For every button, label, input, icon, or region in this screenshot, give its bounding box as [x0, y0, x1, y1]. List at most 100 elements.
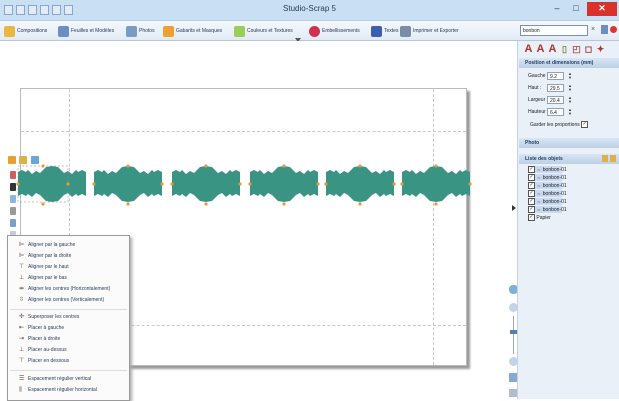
- candy-3[interactable]: [170, 164, 242, 206]
- layer-down-icon[interactable]: [10, 183, 16, 191]
- spacing-vertical-icon: ☰: [19, 376, 25, 382]
- window-title: Studio-Scrap 5: [283, 4, 336, 13]
- align-center-h-icon: ⇹: [19, 286, 25, 292]
- layer-up-icon[interactable]: [10, 171, 16, 179]
- text-style-c-icon[interactable]: A: [548, 44, 557, 55]
- photos-icon: [126, 25, 137, 37]
- menu-place-below[interactable]: ⊤ Placer en dessous: [8, 356, 129, 367]
- menu-spacing-vertical[interactable]: ☰ Espacement régulier vertical: [8, 374, 129, 385]
- menu-place-left[interactable]: ⇤ Placer à gauche: [8, 323, 129, 334]
- tab-colors[interactable]: Couleurs et Textures: [234, 25, 293, 37]
- list-item[interactable]: ✓ ⇔ bonbon-01: [528, 198, 567, 205]
- list-item[interactable]: ✓ Papier: [528, 214, 551, 221]
- help-icon[interactable]: [610, 26, 617, 33]
- top-input[interactable]: 29.5: [547, 84, 564, 92]
- menu-overlay-centers[interactable]: ✣ Superposer les centres: [8, 312, 129, 323]
- align-left-icon: ⊫: [19, 242, 25, 248]
- visible-checkbox[interactable]: ✓: [528, 174, 535, 181]
- menu-align-bottom[interactable]: ⊥ Aligner par le bas: [8, 273, 129, 284]
- keep-proportions-checkbox[interactable]: ✓: [581, 121, 589, 129]
- align-right-icon: ⊫: [19, 253, 25, 259]
- menu-align-center-h[interactable]: ⇹ Aligner les centres (Horizontalement): [8, 284, 129, 295]
- object-up-icon[interactable]: [602, 155, 608, 162]
- height-input[interactable]: 6.4: [547, 108, 564, 116]
- menu-align-top[interactable]: ⊤ Aligner par le haut: [8, 262, 129, 273]
- candy-1[interactable]: [16, 164, 86, 206]
- minimize-button[interactable]: –: [548, 2, 566, 16]
- tab-photos[interactable]: Photos: [126, 25, 155, 37]
- tab-sheets[interactable]: Feuilles et Modèles: [58, 25, 114, 37]
- visible-checkbox[interactable]: ✓: [528, 206, 535, 213]
- title-bar: Studio-Scrap 5 – □ ✕: [0, 0, 619, 21]
- clear-search-icon[interactable]: ×: [591, 26, 595, 33]
- menu-align-center-v[interactable]: ⇳ Aligner les centres (Verticalement): [8, 295, 129, 306]
- guide-line: [21, 131, 466, 132]
- expand-panel-icon[interactable]: [512, 205, 516, 211]
- library-icon[interactable]: [601, 25, 608, 34]
- left-input[interactable]: 9.2: [547, 72, 564, 80]
- search-input[interactable]: bonbon: [520, 25, 588, 36]
- close-button[interactable]: ✕: [587, 2, 617, 16]
- field-top: Haut :29.5 ▲ ▼: [528, 83, 572, 92]
- transform-tool-icon[interactable]: [31, 156, 39, 164]
- spacing-horizontal-icon: ⫼: [19, 387, 22, 393]
- visible-checkbox[interactable]: ✓: [528, 166, 535, 173]
- top-spinner[interactable]: ▲ ▼: [568, 84, 573, 92]
- text-style-icon[interactable]: A: [524, 44, 533, 55]
- group-icon[interactable]: [10, 195, 16, 203]
- embellish-icon: [309, 25, 320, 37]
- height-spinner[interactable]: ▲ ▼: [568, 108, 573, 116]
- frame-icon[interactable]: ▯: [560, 44, 569, 55]
- list-item[interactable]: ✓ ⇔ bonbon-01: [528, 174, 567, 181]
- left-spinner[interactable]: ▲ ▼: [568, 72, 573, 80]
- visible-checkbox[interactable]: ✓: [528, 190, 535, 197]
- tab-print-export[interactable]: Imprimer et Exporter: [400, 25, 459, 37]
- tab-masks[interactable]: Gabarits et Masques: [163, 25, 222, 37]
- list-item[interactable]: ✓ ⇔ bonbon-01: [528, 206, 567, 213]
- visible-checkbox[interactable]: ✓: [528, 182, 535, 189]
- object-down-icon[interactable]: [610, 155, 616, 162]
- print-icon: [400, 25, 411, 37]
- photo-frame-icon[interactable]: ◰: [572, 44, 581, 55]
- zoom-slider-handle[interactable]: [510, 330, 517, 334]
- tab-texts[interactable]: Textes: [371, 25, 398, 37]
- list-item[interactable]: ✓ ⇔ bonbon-01: [528, 182, 567, 189]
- colors-icon: [234, 25, 245, 37]
- menu-spacing-horizontal[interactable]: ⫼ Espacement régulier horizontal: [8, 385, 129, 396]
- candy-5[interactable]: [324, 164, 396, 206]
- menu-align-left[interactable]: ⊫ Aligner par la gauche: [8, 240, 129, 251]
- candy-2[interactable]: [92, 164, 164, 206]
- visible-checkbox[interactable]: ✓: [528, 198, 535, 205]
- list-item[interactable]: ✓ ⇔ bonbon-01: [528, 190, 567, 197]
- shape-icon[interactable]: ◻: [584, 44, 593, 55]
- width-input[interactable]: 20.4: [547, 96, 564, 104]
- field-height: Hauteur :6.4 ▲ ▼: [528, 107, 572, 116]
- menu-separator: [10, 309, 127, 310]
- menu-align-right[interactable]: ⊫ Aligner par la droite: [8, 251, 129, 262]
- zoom-slider[interactable]: [513, 316, 514, 354]
- menu-place-above[interactable]: ⊥ Placer au-dessus: [8, 345, 129, 356]
- edit-tool-icon[interactable]: [8, 156, 16, 164]
- align-center-v-icon: ⇳: [19, 297, 25, 303]
- list-item[interactable]: ✓ ⇔ bonbon-01: [528, 166, 567, 173]
- field-left: Gauche :9.2 ▲ ▼: [528, 71, 572, 80]
- candy-4[interactable]: [248, 164, 320, 206]
- effects-icon[interactable]: ✦: [596, 44, 605, 55]
- tab-embellishments[interactable]: Embellissements: [309, 25, 360, 37]
- tab-compositions[interactable]: Compositions: [4, 25, 47, 37]
- candy-6[interactable]: [400, 164, 472, 206]
- text-style-b-icon[interactable]: A: [536, 44, 545, 55]
- maximize-button[interactable]: □: [567, 2, 585, 16]
- properties-panel: A A A ▯ ◰ ◻ ✦ Position et dimensions (mm…: [517, 41, 619, 399]
- menu-place-right[interactable]: ⇥ Placer à droite: [8, 334, 129, 345]
- crop-tool-icon[interactable]: [19, 156, 27, 164]
- visible-checkbox[interactable]: ✓: [528, 214, 535, 221]
- photo-section-header[interactable]: Photo: [519, 138, 619, 148]
- align-context-menu: ⊫ Aligner par la gauche ⊫ Aligner par la d…: [7, 235, 130, 401]
- ungroup-icon[interactable]: [10, 207, 16, 215]
- width-spinner[interactable]: ▲ ▼: [568, 96, 573, 104]
- position-section-header[interactable]: Position et dimensions (mm): [519, 58, 619, 68]
- place-below-icon: ⊤: [19, 358, 25, 364]
- place-above-icon: ⊥: [19, 347, 25, 353]
- lock-icon[interactable]: [10, 219, 16, 227]
